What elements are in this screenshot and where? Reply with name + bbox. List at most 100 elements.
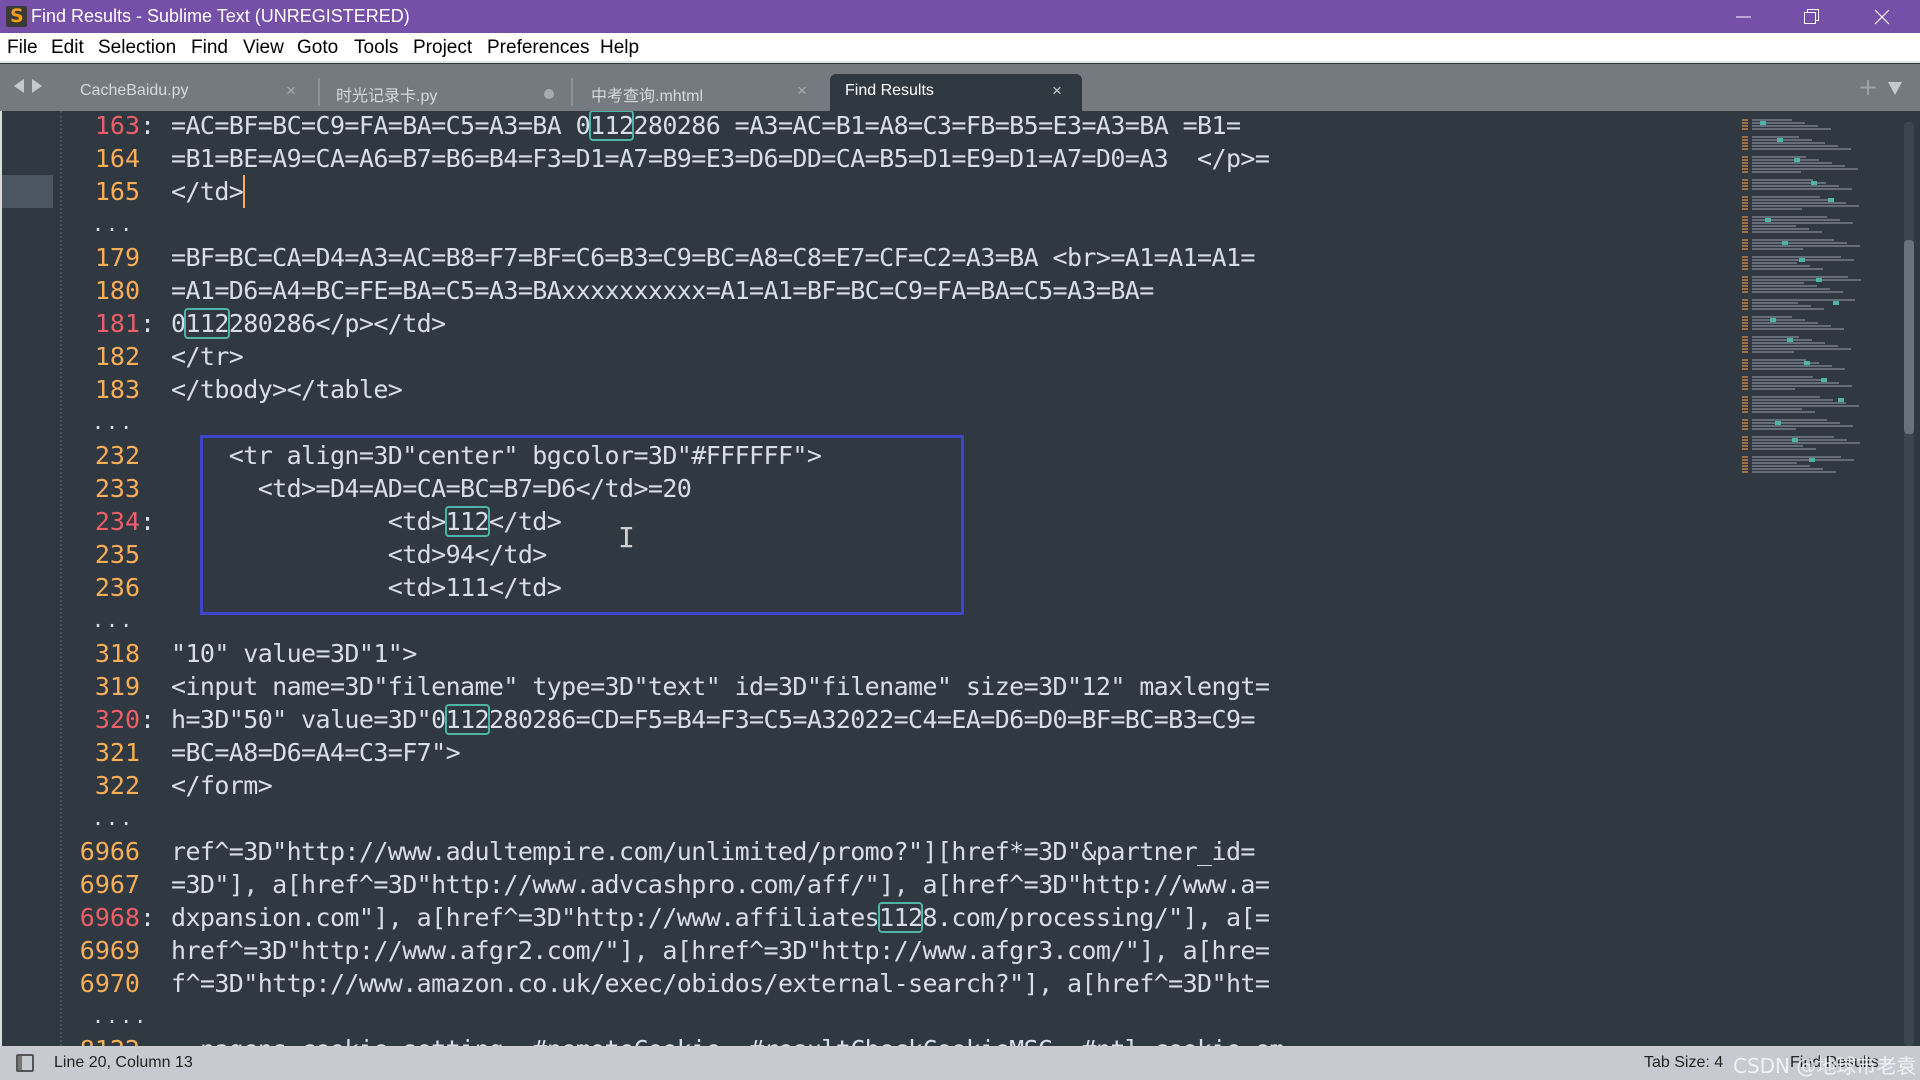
editor-area[interactable]: 163: =AC=BF=BC=C9=FA=BA=C5=A3=BA 01122802…	[0, 111, 1920, 1046]
line-code[interactable]: nagens cookie-setting, #nemoteCookie, #r…	[171, 1033, 1284, 1046]
line-code[interactable]: </tr>	[171, 340, 244, 373]
scrollbar-thumb[interactable]	[1904, 240, 1914, 434]
line-code[interactable]: href^=3D"http://www.afgr2.com/"], a[href…	[171, 934, 1270, 967]
line-code[interactable]: =BC=A8=D6=A4=C3=F7">	[171, 736, 461, 769]
minimap-line-number	[1742, 122, 1748, 124]
menu-tools[interactable]: Tools	[354, 37, 398, 59]
cursor-position[interactable]: Line 20, Column 13	[54, 1054, 193, 1072]
line-number: 6969	[79, 936, 140, 965]
close-window-button[interactable]	[1852, 0, 1912, 33]
line-number: 182	[94, 342, 140, 371]
minimap-line	[1752, 456, 1841, 458]
tab-bar: CacheBaidu.py × 时光记录卡.py 中考查询.mhtml × Fi…	[0, 64, 1920, 111]
minimap-line	[1752, 399, 1833, 401]
minimap-line-number	[1742, 288, 1748, 290]
tab-nav	[12, 78, 44, 94]
minimap[interactable]	[1740, 115, 1866, 473]
line-code[interactable]: f^=3D"http://www.amazon.co.uk/exec/obido…	[171, 967, 1270, 1000]
tab-zhongkao[interactable]: 中考查询.mhtml ×	[591, 74, 816, 111]
minimap-line-number	[1742, 422, 1748, 424]
tab-size-indicator[interactable]: Tab Size: 4	[1644, 1054, 1723, 1072]
new-tab-plus-icon[interactable]: +	[1858, 73, 1878, 101]
minimap-line-number	[1742, 456, 1748, 458]
code-text: h=3D"50" value=3D"0	[171, 705, 446, 734]
menu-edit[interactable]: Edit	[51, 37, 84, 59]
line-number: 181	[94, 309, 140, 338]
menu-selection[interactable]: Selection	[98, 37, 176, 59]
minimap-line-number	[1742, 308, 1748, 310]
tab-close-icon[interactable]: ×	[286, 81, 296, 101]
tab-list-dropdown-icon[interactable]	[1888, 82, 1902, 95]
line-number: 164	[94, 144, 140, 173]
minimap-line	[1752, 402, 1846, 404]
line-number: 163	[94, 111, 140, 140]
minimap-line-number	[1742, 379, 1748, 381]
menu-project[interactable]: Project	[413, 37, 472, 59]
result-separator: ....	[0, 1000, 1380, 1033]
match-colon: :	[140, 903, 156, 932]
minimap-line-number	[1742, 199, 1748, 201]
line-code[interactable]: =3D"], a[href^=3D"http://www.advcashpro.…	[171, 868, 1270, 901]
minimize-button[interactable]	[1714, 0, 1774, 33]
tab-find-results[interactable]: Find Results ×	[830, 74, 1082, 111]
minimap-line-number	[1742, 142, 1748, 144]
minimap-line	[1752, 242, 1847, 244]
line-code[interactable]: =B1=BE=A9=CA=A6=B7=B6=B4=F3=D1=A7=B9=E3=…	[171, 142, 1270, 175]
line-code[interactable]: h=3D"50" value=3D"0112280286=CD=F5=B4=F3…	[171, 703, 1255, 736]
code-text: 280286=CD=F5=B4=F3=C5=A32022=C4=EA=D6=D0…	[488, 705, 1256, 734]
menu-preferences[interactable]: Preferences	[487, 37, 589, 59]
line-code[interactable]: </td>	[171, 175, 246, 208]
minimap-line	[1752, 165, 1845, 167]
minimap-line-number	[1742, 319, 1748, 321]
context-line: 318 "10" value=3D"1">	[0, 637, 1380, 670]
panel-toggle-icon[interactable]	[16, 1054, 34, 1072]
minimap-line	[1752, 325, 1831, 327]
tab-close-icon[interactable]: ×	[1052, 81, 1062, 101]
nav-right-icon[interactable]	[30, 78, 44, 94]
minimap-line-number	[1742, 119, 1748, 121]
minimap-line	[1752, 202, 1846, 204]
minimap-line	[1752, 471, 1836, 473]
line-code[interactable]: =A1=D6=A4=BC=FE=BA=C5=A3=BAxxxxxxxxxx=A1…	[171, 274, 1154, 307]
minimize-icon	[1736, 16, 1751, 17]
nav-left-icon[interactable]	[12, 78, 26, 94]
tab-shiguang[interactable]: 时光记录卡.py	[336, 74, 561, 111]
minimap-line-number	[1742, 259, 1748, 261]
line-code[interactable]: =AC=BF=BC=C9=FA=BA=C5=A3=BA 0112280286 =…	[171, 111, 1241, 142]
minimap-line-number	[1742, 291, 1748, 293]
menu-help[interactable]: Help	[600, 37, 639, 59]
match-line: 320: h=3D"50" value=3D"0112280286=CD=F5=B…	[0, 703, 1380, 736]
match-line: 6968: dxpansion.com"], a[href^=3D"http://…	[0, 901, 1380, 934]
line-code[interactable]: ref^=3D"http://www.adultempire.com/unlim…	[171, 835, 1255, 868]
unsaved-dot-icon[interactable]	[544, 89, 554, 99]
minimap-line-number	[1742, 125, 1748, 127]
line-code[interactable]: </form>	[171, 769, 273, 802]
minimap-line	[1752, 305, 1811, 307]
menu-file[interactable]: File	[7, 37, 38, 59]
minimap-line	[1752, 405, 1859, 407]
line-code[interactable]: dxpansion.com"], a[href^=3D"http://www.a…	[171, 901, 1270, 934]
line-code[interactable]: =BF=BC=CA=D4=A3=AC=B8=F7=BF=C6=B3=C9=BC=…	[171, 241, 1255, 274]
minimap-line	[1752, 365, 1832, 367]
context-line: 319 <input name=3D"filename" type=3D"text…	[0, 670, 1380, 703]
window-title: Find Results - Sublime Text (UNREGISTERE…	[31, 6, 410, 26]
minimap-line-number	[1742, 182, 1748, 184]
minimap-line	[1752, 205, 1859, 207]
minimap-line-number	[1742, 316, 1748, 318]
menu-goto[interactable]: Goto	[297, 37, 338, 59]
context-line: 180 =A1=D6=A4=BC=FE=BA=C5=A3=BAxxxxxxxxxx…	[0, 274, 1380, 307]
menu-view[interactable]: View	[243, 37, 284, 59]
line-code[interactable]: <input name=3D"filename" type=3D"text" i…	[171, 670, 1270, 703]
search-match: 112	[184, 308, 230, 339]
minimap-match	[1816, 278, 1822, 282]
line-code[interactable]: 0112280286</p></td>	[171, 307, 446, 340]
minimap-line-number	[1742, 196, 1748, 198]
minimap-line	[1752, 222, 1853, 224]
line-code[interactable]: "10" value=3D"1">	[171, 637, 417, 670]
restore-button[interactable]	[1782, 0, 1842, 33]
tab-close-icon[interactable]: ×	[797, 81, 807, 101]
minimap-line-number	[1742, 208, 1748, 210]
menu-find[interactable]: Find	[191, 37, 228, 59]
line-code[interactable]: </tbody></table>	[171, 373, 403, 406]
tab-cachebaidu[interactable]: CacheBaidu.py ×	[80, 74, 305, 111]
